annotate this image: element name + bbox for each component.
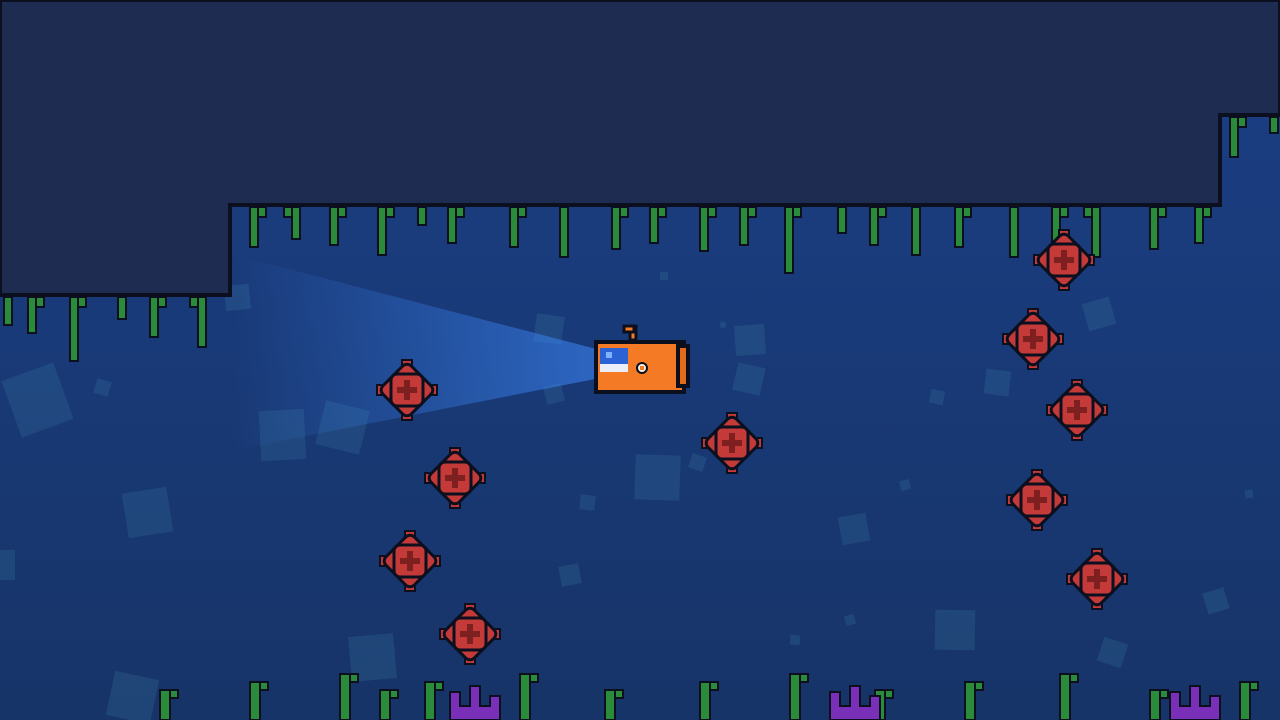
particle <box>558 563 582 587</box>
particle <box>934 609 976 651</box>
seaweed-strand <box>559 206 569 258</box>
particle <box>634 454 681 501</box>
particle <box>121 486 174 539</box>
particle <box>1244 489 1254 499</box>
seaweed-strand <box>117 296 127 320</box>
particle <box>983 368 1012 397</box>
particle <box>0 550 15 580</box>
particle <box>733 323 767 357</box>
particle <box>579 494 596 511</box>
particle <box>837 512 871 546</box>
seaweed-strand <box>3 296 13 326</box>
game-scene <box>0 0 1280 720</box>
seaweed-strand <box>1009 206 1019 258</box>
particle <box>789 634 801 646</box>
seaweed-strand <box>417 206 427 226</box>
particle <box>659 271 669 281</box>
seaweed-strand <box>1269 116 1279 134</box>
particle <box>899 479 911 491</box>
seaweed-strand <box>911 206 921 256</box>
seaweed-strand <box>837 206 847 234</box>
particle <box>928 388 946 406</box>
